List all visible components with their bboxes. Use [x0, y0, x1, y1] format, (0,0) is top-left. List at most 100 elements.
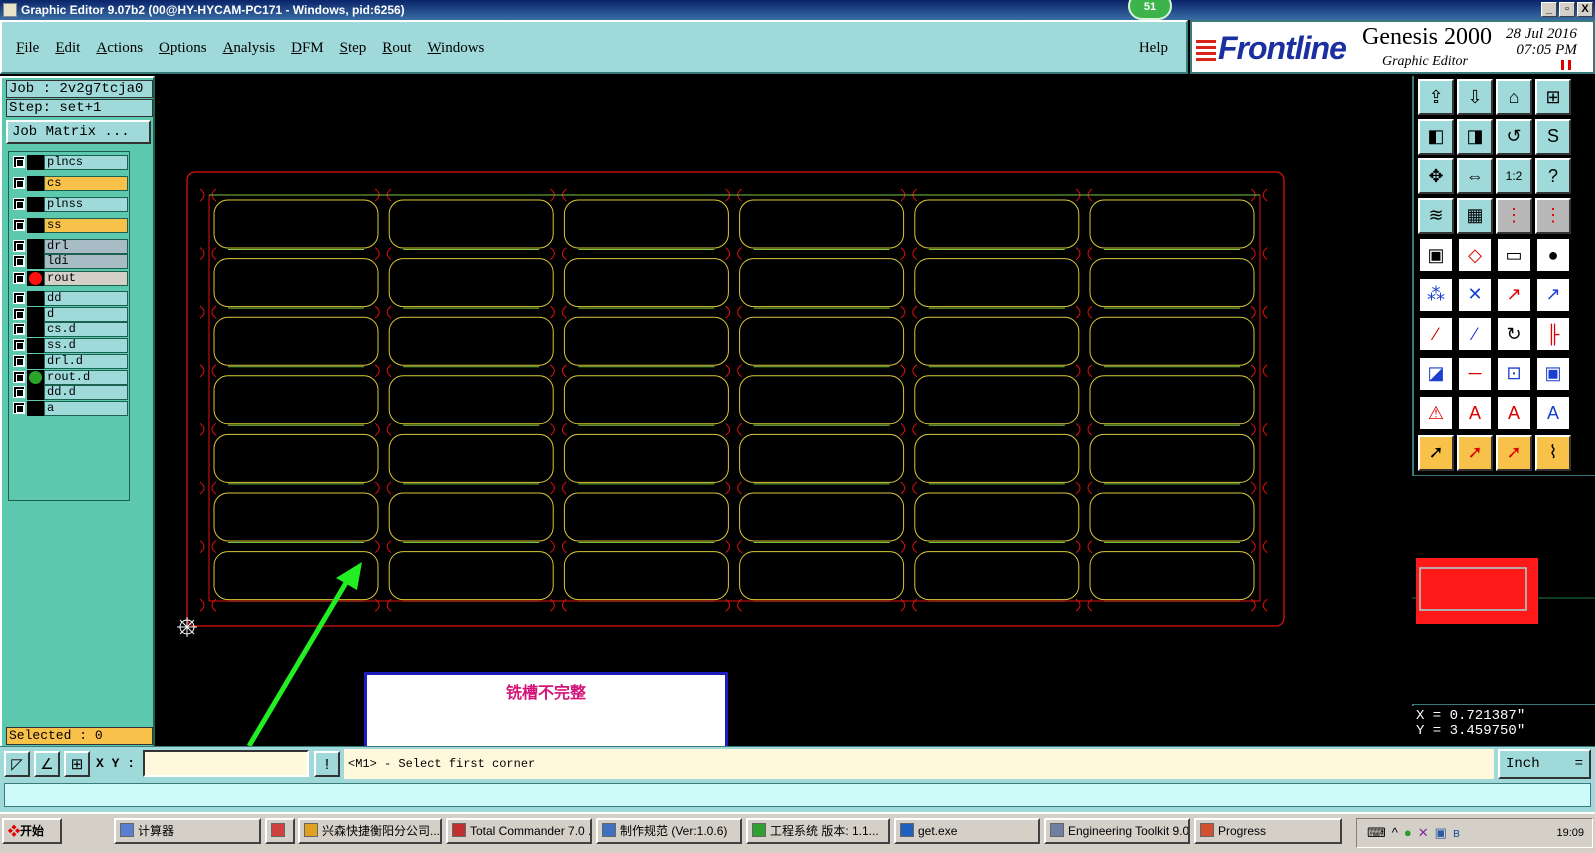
layer-color-slot[interactable]: [27, 291, 44, 306]
layer-row[interactable]: rout: [11, 271, 128, 286]
menu-options[interactable]: Options: [159, 40, 207, 57]
layer-color-slot[interactable]: [27, 338, 44, 353]
menu-analysis[interactable]: Analysis: [223, 40, 276, 57]
layer-checkbox[interactable]: [13, 240, 25, 252]
intersect-icon[interactable]: ⊡: [1496, 355, 1532, 392]
layer-name[interactable]: dd: [44, 291, 128, 306]
grid-toggle-icon[interactable]: ▦: [1457, 197, 1493, 234]
layer-color-slot[interactable]: [27, 254, 44, 269]
layer-name[interactable]: cs.d: [44, 322, 128, 337]
drill-icon[interactable]: A: [1496, 395, 1532, 431]
start-button[interactable]: ❖开始: [2, 818, 62, 844]
layer-row[interactable]: cs.d: [11, 322, 128, 337]
overview-window[interactable]: [1412, 475, 1595, 705]
layer-row[interactable]: ss: [11, 218, 128, 233]
layer-checkbox[interactable]: [13, 177, 25, 189]
layer-color-slot[interactable]: [27, 307, 44, 322]
save-icon[interactable]: ⇩: [1457, 79, 1493, 115]
menu-file[interactable]: File: [16, 40, 39, 57]
layer-row[interactable]: plnss: [11, 197, 128, 212]
angle-button[interactable]: ∠: [34, 751, 60, 777]
netlist-icon[interactable]: ⋮: [1535, 197, 1571, 234]
taskbar-item[interactable]: 制作规范 (Ver:1.0.6): [596, 818, 742, 844]
layer-color-slot[interactable]: [27, 176, 44, 191]
layer-color-slot[interactable]: [27, 155, 44, 170]
minimize-button[interactable]: _: [1541, 2, 1557, 17]
layer-row[interactable]: drl: [11, 239, 128, 254]
window-icon[interactable]: ⊞: [1535, 79, 1571, 115]
select-icon[interactable]: ➚: [1418, 434, 1454, 471]
layer-name[interactable]: plncs: [44, 155, 128, 170]
text-icon[interactable]: ⚠: [1418, 395, 1454, 431]
rout-icon[interactable]: A: [1535, 395, 1571, 431]
home-icon[interactable]: ⌂: [1496, 79, 1532, 115]
fit-icon[interactable]: ✥: [1418, 158, 1454, 194]
zoom-out-icon[interactable]: ◨: [1457, 118, 1493, 155]
layer-color-slot[interactable]: [27, 218, 44, 233]
layer-row[interactable]: plncs: [11, 155, 128, 170]
select-box-icon[interactable]: ➚: [1457, 434, 1493, 471]
layer-name[interactable]: dd.d: [44, 385, 128, 400]
help-icon[interactable]: ?: [1535, 158, 1571, 194]
layer-row[interactable]: cs: [11, 176, 128, 191]
layer-row[interactable]: rout.d: [11, 370, 128, 385]
add-icon[interactable]: ◪: [1418, 355, 1454, 392]
layer-checkbox[interactable]: [13, 371, 25, 383]
layer-name[interactable]: ss: [44, 218, 128, 233]
select-net-icon[interactable]: ⌇: [1535, 434, 1571, 471]
layer-checkbox[interactable]: [13, 308, 25, 320]
menu-edit[interactable]: Edit: [55, 40, 80, 57]
layer-color-slot[interactable]: [27, 239, 44, 254]
keyboard-icon[interactable]: ⌨: [1367, 825, 1386, 841]
cluster-icon[interactable]: ▣: [1535, 355, 1571, 392]
taskbar-item[interactable]: [265, 818, 295, 844]
layer-name[interactable]: drl: [44, 239, 128, 254]
undo-zoom-icon[interactable]: ↺: [1496, 118, 1532, 155]
layer-color-slot[interactable]: [27, 197, 44, 212]
taskbar-item[interactable]: Total Commander 7.0 ...: [446, 818, 592, 844]
layer-checkbox[interactable]: [13, 198, 25, 210]
layer-color-slot[interactable]: [27, 385, 44, 400]
line-icon[interactable]: ∕: [1418, 316, 1454, 352]
pad-icon[interactable]: ●: [1535, 237, 1571, 273]
update-icon[interactable]: ●: [1404, 825, 1412, 841]
notification-badge[interactable]: 51: [1128, 0, 1172, 20]
taskbar-item[interactable]: get.exe: [894, 818, 1040, 844]
graphic-canvas[interactable]: [157, 76, 1412, 748]
taskbar-item[interactable]: 工程系统 版本: 1.1...: [746, 818, 890, 844]
scale-icon[interactable]: 1:2: [1496, 158, 1532, 194]
menu-windows[interactable]: Windows: [427, 40, 484, 57]
layer-name[interactable]: rout: [44, 271, 128, 286]
pause-icon[interactable]: [1561, 60, 1571, 70]
layer-checkbox[interactable]: [13, 339, 25, 351]
layer-checkbox[interactable]: [13, 272, 25, 284]
menu-rout[interactable]: Rout: [382, 40, 411, 57]
layer-row[interactable]: drl.d: [11, 354, 128, 369]
close-button[interactable]: X: [1577, 2, 1593, 17]
taskbar-item[interactable]: 计算器: [114, 818, 261, 844]
layer-row[interactable]: d: [11, 307, 128, 322]
layer-row[interactable]: dd.d: [11, 385, 128, 400]
menu-actions[interactable]: Actions: [96, 40, 143, 57]
measure-icon[interactable]: ◇: [1457, 237, 1493, 273]
delete-icon[interactable]: ✕: [1457, 276, 1493, 313]
layer-checkbox[interactable]: [13, 386, 25, 398]
snap-icon[interactable]: ⋮: [1496, 197, 1532, 234]
maximize-button[interactable]: ▫: [1559, 2, 1575, 17]
taskbar-item[interactable]: 兴森快捷衡阳分公司...: [298, 818, 442, 844]
move-icon[interactable]: ↗: [1496, 276, 1532, 313]
menu-dfm[interactable]: DFM: [291, 40, 324, 57]
layer-name[interactable]: rout.d: [44, 370, 128, 385]
close-x-icon[interactable]: ✕: [1418, 825, 1429, 841]
layer-color-slot[interactable]: [27, 354, 44, 369]
arc-icon[interactable]: ∕: [1457, 316, 1493, 352]
select-poly-icon[interactable]: ➚: [1496, 434, 1532, 471]
network-icon[interactable]: ▣: [1435, 825, 1447, 841]
alert-button[interactable]: !: [314, 751, 340, 777]
layer-name[interactable]: a: [44, 401, 128, 416]
layer-checkbox[interactable]: [13, 219, 25, 231]
filter-icon[interactable]: ≋: [1418, 197, 1454, 234]
bluetooth-icon[interactable]: ʙ: [1453, 825, 1460, 841]
menu-help[interactable]: Help: [1139, 40, 1168, 57]
tray-expand-icon[interactable]: ^: [1392, 825, 1398, 841]
